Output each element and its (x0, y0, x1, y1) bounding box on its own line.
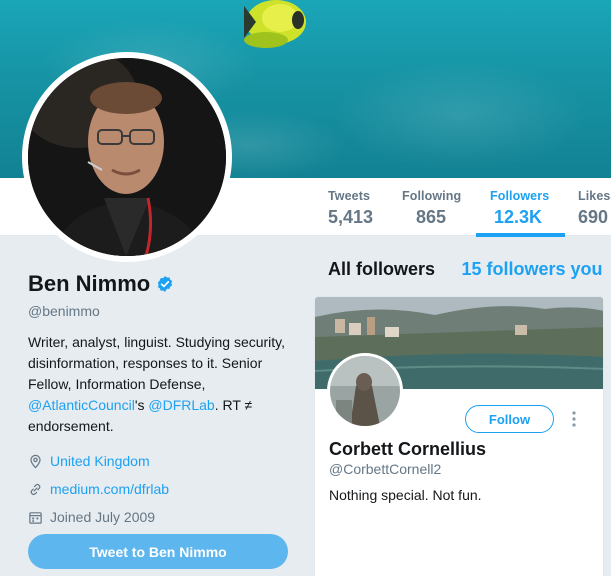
fish-image (244, 0, 306, 48)
tweet-to-user-button[interactable]: Tweet to Ben Nimmo (28, 534, 288, 569)
bio-mention-atlanticcouncil[interactable]: @AtlanticCouncil (28, 397, 135, 413)
follow-button[interactable]: Follow (465, 405, 554, 433)
bio-text: Writer, analyst, linguist. Studying secu… (28, 334, 286, 392)
bio-mention-dfrlab[interactable]: @DFRLab (148, 397, 214, 413)
follower-bio: Nothing special. Not fun. (329, 487, 482, 503)
location-link[interactable]: United Kingdom (50, 453, 150, 469)
profile-name[interactable]: Ben Nimmo (28, 270, 150, 298)
stat-followers[interactable]: Followers 12.3K (475, 188, 566, 237)
stat-value: 5,413 (328, 207, 374, 227)
follower-avatar-image (330, 356, 400, 426)
stat-value: 12.3K (494, 207, 543, 227)
stat-following[interactable]: Following 865 (402, 188, 461, 228)
location-pin-icon (30, 454, 41, 468)
profile-joined: Joined July 2009 (28, 503, 298, 531)
stat-likes[interactable]: Likes 690 (578, 188, 610, 228)
profile-website: medium.com/dfrlab (28, 475, 298, 503)
website-link[interactable]: medium.com/dfrlab (50, 481, 169, 497)
bio-text-separator: 's (134, 397, 149, 413)
profile-avatar[interactable] (22, 52, 232, 262)
joined-date: Joined July 2009 (50, 509, 156, 525)
stat-label: Tweets (328, 189, 371, 203)
profile-handle[interactable]: @benimmo (28, 302, 298, 320)
calendar-icon (29, 511, 42, 524)
more-dots-icon[interactable] (570, 409, 578, 429)
verified-badge-icon (158, 276, 173, 292)
stat-label: Likes (578, 189, 611, 203)
stat-tweets[interactable]: Tweets 5,413 (328, 188, 373, 228)
follower-avatar[interactable] (327, 353, 403, 429)
all-followers-tab[interactable]: All followers (328, 259, 435, 279)
stat-label: Following (402, 189, 462, 203)
link-icon (30, 483, 41, 495)
stat-value: 865 (416, 207, 447, 227)
stat-value: 690 (578, 207, 609, 227)
follower-card[interactable]: Follow Corbett Cornellius @CorbettCornel… (314, 296, 604, 576)
avatar-image (28, 58, 226, 256)
profile-header-card: Ben Nimmo @benimmo Writer, analyst, ling… (28, 270, 298, 531)
follower-name[interactable]: Corbett Cornellius (329, 437, 486, 461)
stat-label: Followers (490, 189, 550, 203)
profile-meta: United Kingdom medium.com/dfrlab Joined … (28, 447, 298, 531)
followers-you-know-tab[interactable]: 15 followers you (461, 259, 602, 279)
followers-header: All followers 15 followers you (328, 259, 603, 280)
profile-bio: Writer, analyst, linguist. Studying secu… (28, 332, 298, 437)
profile-location: United Kingdom (28, 447, 298, 475)
follower-handle[interactable]: @CorbettCornell2 (329, 460, 441, 478)
